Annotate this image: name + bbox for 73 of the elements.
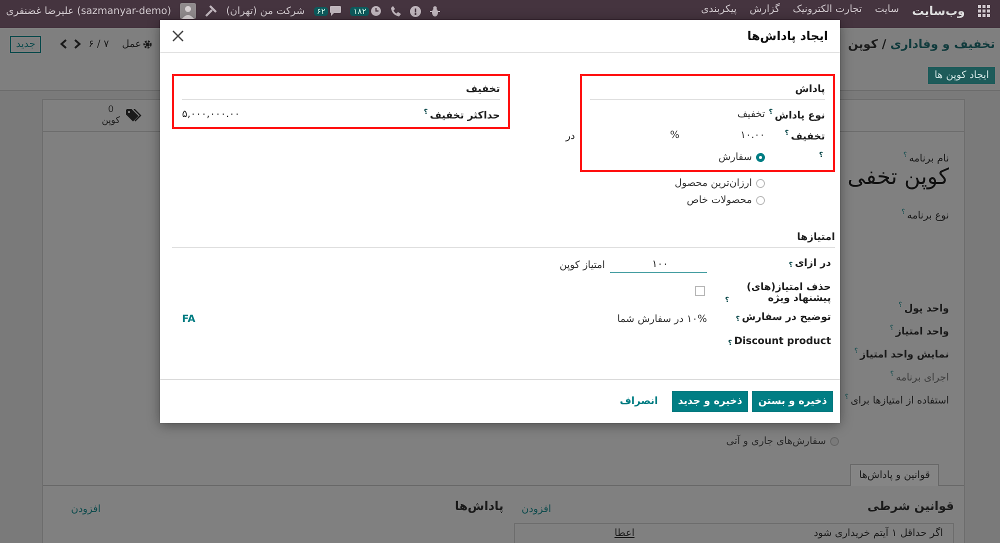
grant-link[interactable]: اعطا (614, 528, 634, 539)
app-name[interactable]: وب‌سایت (912, 4, 965, 18)
help-mark: ؟ (728, 338, 732, 347)
help-mark: ؟ (898, 301, 902, 309)
unit-label: % (670, 130, 680, 142)
help-mark: ؟ (736, 314, 740, 323)
field-label: استفاده از امتیازها برای (850, 395, 949, 406)
field-label: تخفیف (790, 132, 825, 143)
field-label: اجرای برنامه (896, 372, 949, 384)
help-mark: ؟ (784, 129, 789, 138)
help-mark: ؟ (424, 108, 428, 116)
field-label: واحد پول (904, 303, 949, 314)
menu-item[interactable]: پیکربندی (700, 4, 737, 15)
radio-label: محصولات خاص (686, 194, 752, 206)
stat-value: 0 (108, 104, 114, 116)
help-mark: ؟ (788, 260, 793, 269)
help-mark: ؟ (854, 347, 858, 355)
radio-label: سفارش‌های جاری و آتی (726, 436, 826, 446)
menu-item[interactable]: سایت (874, 4, 899, 15)
radio-label: ارزان‌ترین محصول (674, 178, 752, 189)
field-label: Discount product (734, 336, 831, 347)
field-value[interactable]: ۱۰.۰۰ (740, 130, 765, 142)
dialog-title: ایجاد پاداش‌ها (747, 29, 828, 43)
menu-item[interactable]: گزارش (750, 4, 780, 15)
tab[interactable]: قوانین و پاداش‌ها (850, 464, 939, 486)
rule-text: اگر حداقل ۱ آیتم خریداری شود (814, 528, 943, 539)
help-mark: ؟ (724, 296, 729, 304)
program-title: کوپن تخفی (848, 164, 949, 192)
field-label: حذف امتیاز(های) پیشنهاد ویژه (746, 282, 831, 304)
help-mark: ؟ (844, 393, 849, 401)
help-mark: ؟ (818, 150, 823, 159)
field-label: نوع برنامه (907, 210, 949, 222)
save-button[interactable]: ذخیره و جدید (672, 391, 748, 412)
field-label: نوع پاداش (774, 110, 825, 122)
section-title: پاداش (795, 84, 825, 95)
create-coupons-button[interactable]: ایجاد کوپن ها (928, 66, 995, 84)
rule-row[interactable]: اگر حداقل ۱ آیتم خریداری شود اعطا (514, 523, 954, 543)
field-label: توضیح در سفارش (742, 312, 831, 323)
unit-label: امتیاز کوپن (559, 260, 605, 272)
field-label: واحد امتیاز (896, 326, 949, 338)
field-value[interactable]: ۵,۰۰۰,۰۰۰.۰۰ (182, 109, 240, 120)
language-button[interactable]: FA (182, 314, 196, 326)
field-label: نام برنامه (908, 153, 949, 164)
section-title: قوانین شرطی (867, 498, 954, 512)
breadcrumb-separator: / (882, 37, 886, 51)
field-label: حداکثر تخفیف (430, 110, 500, 122)
field-value[interactable]: تخفیف (737, 109, 765, 120)
breadcrumb-current: کوپن (848, 37, 878, 51)
field-value[interactable]: ۱۰% در سفارش شما (617, 314, 707, 326)
company-switcher[interactable]: شرکت من (تهران) (226, 6, 305, 16)
help-mark: ؟ (890, 370, 894, 378)
pager-value: ۷ / ۶ (88, 38, 109, 50)
count-badge: ۶۲ (314, 6, 328, 16)
radio-label: سفارش (718, 152, 752, 163)
section-title: امتیازها (797, 232, 835, 243)
menu-item[interactable]: تجارت الکترونیک (792, 4, 862, 15)
help-mark: ؟ (768, 108, 773, 116)
help-mark: ؟ (901, 208, 906, 216)
cancel-button[interactable]: انصراف (614, 395, 664, 408)
help-mark: ؟ (890, 324, 894, 332)
action-menu[interactable]: عمل (122, 38, 142, 50)
save-button[interactable]: ذخیره و بستن (752, 391, 833, 412)
breadcrumb-link[interactable]: تخفیف و وفاداری (890, 37, 995, 51)
field-label: در ازای (794, 258, 831, 269)
field-label: در (566, 131, 575, 142)
input-field[interactable]: ۱۰۰ (610, 258, 707, 274)
section-title: تخفیف (466, 84, 500, 95)
stat-label: کوپن (102, 116, 120, 126)
count-badge: ۱۸۲ (350, 6, 370, 16)
user-name[interactable]: (sazmanyar-demo) علیرضا غضنفری (6, 6, 172, 16)
help-mark: ؟ (903, 151, 907, 159)
field-label: نمایش واحد امتیاز (860, 349, 949, 360)
section-title: پاداش‌ها (454, 498, 504, 512)
